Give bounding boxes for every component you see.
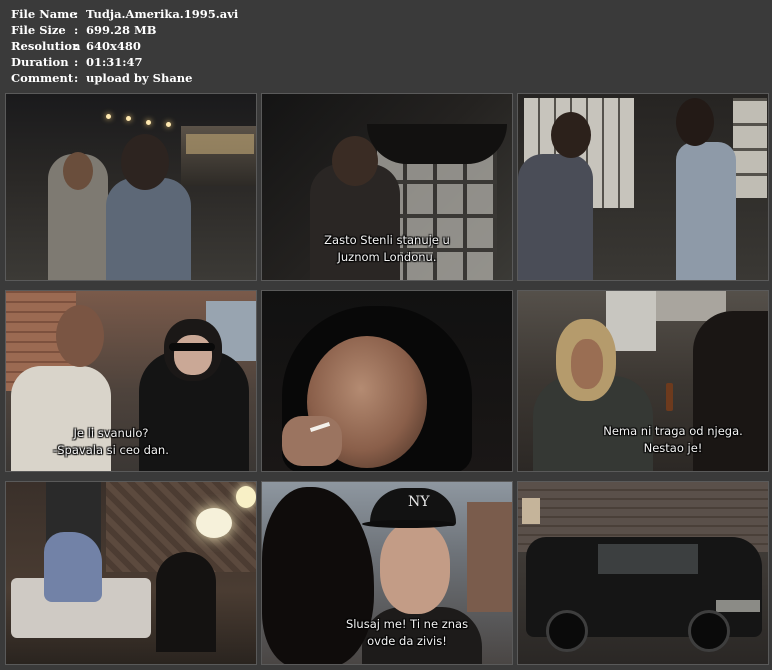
scene-figure-face [174,335,212,375]
scene-figure-face [571,339,603,389]
subtitle: Nema ni traga od njega. Nestao je! [578,423,768,457]
thumbnail-2[interactable]: Zasto Stenli stanuje u Juznom Londonu. [261,93,513,281]
scene-sunglasses [169,343,215,351]
info-key: File Size [11,23,66,37]
subtitle-line: Nema ni traga od njega. [603,424,743,438]
info-row-resolution: Resolution : 640x480 [11,38,238,54]
scene-car-wheel [546,610,588,652]
subtitle: Je li svanulo? -Spavala si ceo dan. [6,425,256,459]
thumbnail-1[interactable] [5,93,257,281]
scene-arch [367,124,507,164]
info-key: Comment [11,71,74,85]
info-value: Tudja.Amerika.1995.avi [86,7,239,21]
file-info-panel: File Name : Tudja.Amerika.1995.avi File … [11,6,238,86]
info-row-file-name: File Name : Tudja.Amerika.1995.avi [11,6,238,22]
scene-figure-face [380,522,450,614]
info-value: 640x480 [86,39,141,53]
scene-light [126,116,131,121]
thumbnail-9[interactable] [517,481,769,665]
subtitle-line: Je li svanulo? [73,426,149,440]
scene-hand [282,416,342,466]
scene-light [166,122,171,127]
scene-figure-head [676,98,714,146]
info-row-duration: Duration : 01:31:47 [11,54,238,70]
scene-figure-head [63,152,93,190]
scene-cap-brim [362,520,454,528]
info-value: 699.28 MB [86,23,157,37]
info-key: File Name [11,7,77,21]
thumbnail-grid: Zasto Stenli stanuje u Juznom Londonu. J… [5,93,769,665]
info-key: Duration [11,55,69,69]
info-key: Resolution [11,39,81,53]
scene-cap-logo: NY [408,494,430,510]
scene-lamp [236,486,256,508]
scene-figure [106,178,191,280]
scene-figure [518,154,593,280]
info-separator: : [74,71,79,85]
scene-light [106,114,111,119]
scene-figure-head [121,134,169,190]
subtitle-line: -Spavala si ceo dan. [53,443,169,457]
subtitle-line: Zasto Stenli stanuje u [324,233,450,247]
scene-window [733,98,767,198]
thumbnail-5[interactable] [261,290,513,472]
info-row-file-size: File Size : 699.28 MB [11,22,238,38]
scene-figure [44,532,102,602]
scene-building [467,502,512,612]
info-value: upload by Shane [86,71,193,85]
subtitle-line: Juznom Londonu. [337,250,437,264]
info-separator: : [74,7,79,21]
subtitle-line: Nestao je! [643,441,703,455]
scene-lamp [196,508,232,538]
info-separator: : [74,39,79,53]
scene-car-wheel [688,610,730,652]
info-row-comment: Comment : upload by Shane [11,70,238,86]
thumbnail-8[interactable]: NY Slusaj me! Ti ne znas ovde da zivis! [261,481,513,665]
subtitle: Zasto Stenli stanuje u Juznom Londonu. [262,232,512,266]
scene-figure-head [551,112,591,158]
scene-sign [522,498,540,524]
subtitle: Slusaj me! Ti ne znas ovde da zivis! [302,616,512,650]
scene-car-window [598,544,698,574]
info-separator: : [74,23,79,37]
thumbnail-3[interactable] [517,93,769,281]
thumbnail-7[interactable] [5,481,257,665]
scene-figure [676,142,736,280]
scene-bottle [666,383,673,411]
scene-figure-head [56,305,104,367]
scene-figure [156,552,216,652]
info-separator: : [74,55,79,69]
subtitle-line: Slusaj me! Ti ne znas [345,617,469,631]
subtitle-line: ovde da zivis! [367,634,447,648]
thumbnail-6[interactable]: Nema ni traga od njega. Nestao je! [517,290,769,472]
scene-car-grill [716,600,760,612]
scene-figure-head [332,136,378,186]
info-value: 01:31:47 [86,55,143,69]
thumbnail-4[interactable]: Je li svanulo? -Spavala si ceo dan. [5,290,257,472]
scene-bus-window [186,134,254,154]
scene-light [146,120,151,125]
